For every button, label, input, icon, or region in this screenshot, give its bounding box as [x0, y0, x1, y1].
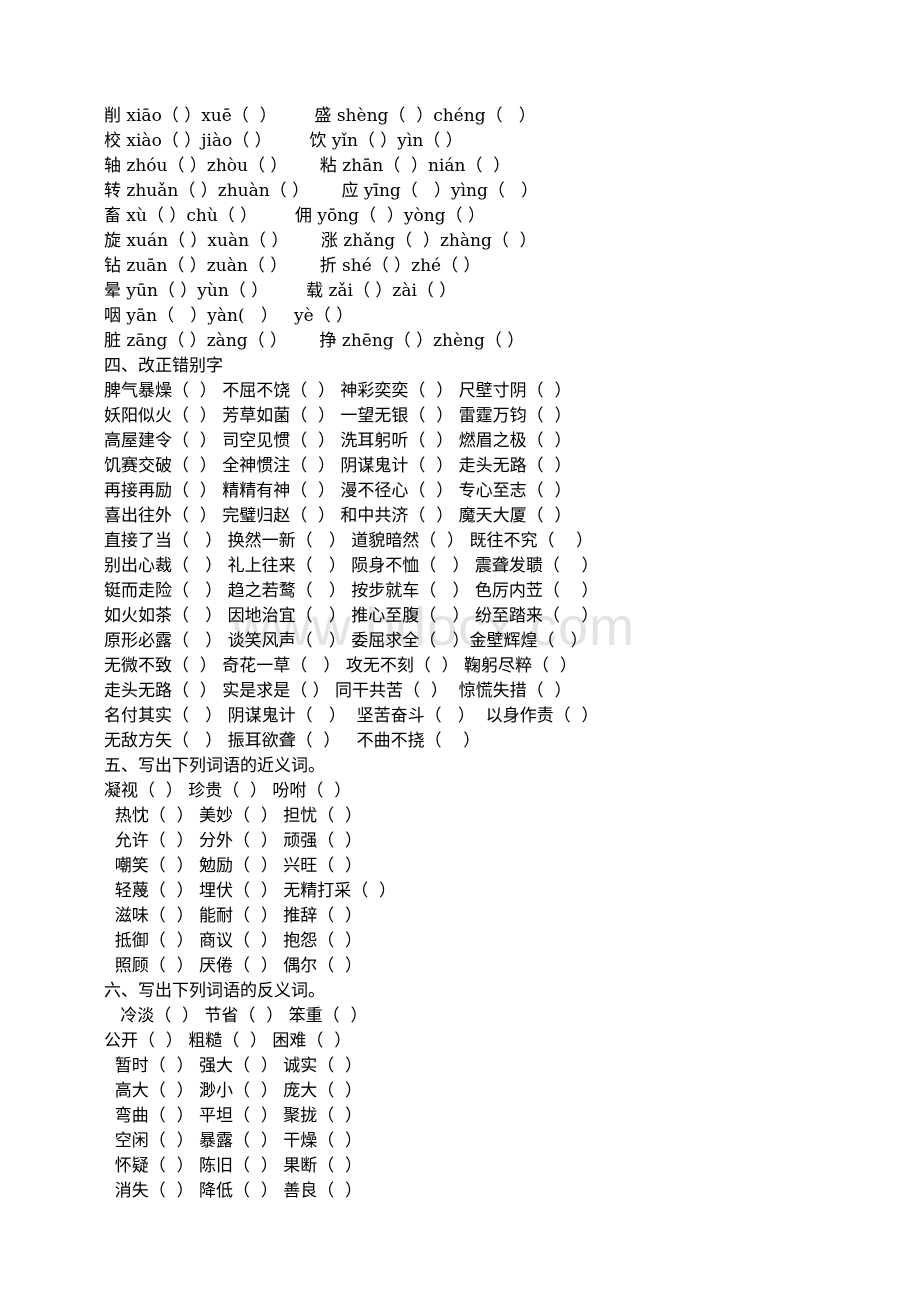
antonym-row: 弯曲（ ） 平坦（ ） 聚拢（ ） [104, 1106, 363, 1126]
idiom-row: 名付其实（ ） 阴谋鬼计（ ） 坚苦奋斗（ ） 以身作责（ ） [104, 706, 599, 726]
pinyin-row: 轴 zhóu（ ）zhòu（ ） 粘 zhān（ ）nián（ ） [104, 156, 511, 176]
synonym-row: 热忱（ ） 美妙（ ） 担忧（ ） [104, 806, 363, 826]
section-six-heading: 六、写出下列词语的反义词。 [104, 981, 325, 1001]
idiom-row: 无微不致（ ） 奇花一草（ ） 攻无不刻（ ） 鞠躬尽粹（ ） [104, 656, 577, 676]
section-six-block: 六、写出下列词语的反义词。 冷淡（ ） 节省（ ） 笨重（ ） 公开（ ） 粗糙… [0, 979, 920, 1204]
pinyin-row: 咽 yān（ ）yàn( ） yè（ ） [104, 306, 354, 326]
pinyin-row: 晕 yūn（ ）yùn（ ） 载 zǎi（ ）zài（ ） [104, 281, 457, 301]
idiom-row: 直接了当（ ） 换然一新（ ） 道貌暗然（ ） 既往不究（ ） [104, 531, 594, 551]
idiom-row: 铤而走险（ ） 趋之若鹜（ ） 按步就车（ ） 色厉内苙（ ） [104, 581, 599, 601]
synonym-row: 嘲笑（ ） 勉励（ ） 兴旺（ ） [104, 856, 363, 876]
idiom-row: 脾气暴燥（ ） 不屈不饶（ ） 神彩奕奕（ ） 尺壁寸阴（ ） [104, 381, 572, 401]
section-four-heading: 四、改正错别字 [104, 356, 223, 376]
synonym-row: 照顾（ ） 厌倦（ ） 偶尔（ ） [104, 956, 363, 976]
pinyin-row: 削 xiāo（ ）xuē（ ） 盛 shèng（ ）chéng（ ） [104, 106, 536, 126]
idiom-row: 无敌方矢（ ） 振耳欲聋（ ） 不曲不挠（ ） [104, 731, 481, 751]
section-five-heading: 五、写出下列词语的近义词。 [104, 756, 325, 776]
synonym-row: 抵御（ ） 商议（ ） 抱怨（ ） [104, 931, 363, 951]
worksheet-page: www.bdocx.com 削 xiāo（ ）xuē（ ） 盛 shèng（ ）… [0, 0, 920, 1302]
idiom-row: 走头无路（ ） 实是求是（ ） 同干共苦（ ） 惊慌失措（ ） [104, 681, 572, 701]
idiom-row: 原形必露（ ） 谈笑风声（ ） 委屈求全（ ）金壁辉煌（ ） [104, 631, 588, 651]
idiom-row: 高屋建令（ ） 司空见惯（ ） 洗耳躬听（ ） 燃眉之极（ ） [104, 431, 572, 451]
pinyin-row: 转 zhuǎn（ ）zhuàn（ ） 应 yīng（ ）yìng（ ） [104, 181, 539, 201]
pinyin-exercise-block: 削 xiāo（ ）xuē（ ） 盛 shèng（ ）chéng（ ） 校 xià… [0, 104, 920, 354]
pinyin-row: 钻 zuān（ ）zuàn（ ） 折 shé（ ）zhé（ ） [104, 256, 481, 276]
idiom-row: 妖阳似火（ ） 芳草如菌（ ） 一望无银（ ） 雷霆万钧（ ） [104, 406, 572, 426]
antonym-row: 怀疑（ ） 陈旧（ ） 果断（ ） [104, 1156, 363, 1176]
section-four-block: 四、改正错别字 脾气暴燥（ ） 不屈不饶（ ） 神彩奕奕（ ） 尺壁寸阴（ ） … [0, 354, 920, 754]
idiom-row: 别出心裁（ ） 礼上往来（ ） 陨身不恤（ ） 震聋发聩（ ） [104, 556, 599, 576]
antonym-row: 消失（ ） 降低（ ） 善良（ ） [104, 1181, 363, 1201]
antonym-row: 冷淡（ ） 节省（ ） 笨重（ ） [104, 1006, 368, 1026]
synonym-row: 轻蔑（ ） 埋伏（ ） 无精打采（ ） [104, 881, 397, 901]
document-content: 削 xiāo（ ）xuē（ ） 盛 shèng（ ）chéng（ ） 校 xià… [0, 0, 920, 1204]
antonym-row: 空闲（ ） 暴露（ ） 干燥（ ） [104, 1131, 363, 1151]
idiom-row: 饥赛交破（ ） 全神惯注（ ） 阴谋鬼计（ ） 走头无路（ ） [104, 456, 572, 476]
pinyin-row: 畜 xù（ ）chù（ ） 佣 yōng（ ）yòng（ ） [104, 206, 485, 226]
synonym-row: 凝视（ ） 珍贵（ ） 吩咐（ ） [104, 781, 352, 801]
antonym-row: 公开（ ） 粗糙（ ） 困难（ ） [104, 1031, 352, 1051]
idiom-row: 再接再励（ ） 精精有神（ ） 漫不径心（ ） 专心至志（ ） [104, 481, 572, 501]
idiom-row: 如火如茶（ ） 因地治宜（ ） 推心至腹（ ） 纷至踏来（ ） [104, 606, 599, 626]
synonym-row: 滋味（ ） 能耐（ ） 推辞（ ） [104, 906, 363, 926]
antonym-row: 高大（ ） 渺小（ ） 庞大（ ） [104, 1081, 363, 1101]
section-five-block: 五、写出下列词语的近义词。 凝视（ ） 珍贵（ ） 吩咐（ ） 热忱（ ） 美妙… [0, 754, 920, 979]
pinyin-row: 旋 xuán（ ）xuàn（ ） 涨 zhǎng（ ）zhàng（ ） [104, 231, 537, 251]
pinyin-row: 校 xiào（ ）jiào（ ） 饮 yǐn（ ）yìn（ ） [104, 131, 463, 151]
idiom-row: 喜出往外（ ） 完璧归赵（ ） 和中共济（ ） 魔天大厦（ ） [104, 506, 572, 526]
synonym-row: 允许（ ） 分外（ ） 顽强（ ） [104, 831, 363, 851]
pinyin-row: 脏 zāng（ ）zàng（ ） 挣 zhēng（ ）zhèng（ ） [104, 331, 525, 351]
antonym-row: 暂时（ ） 强大（ ） 诚实（ ） [104, 1056, 363, 1076]
